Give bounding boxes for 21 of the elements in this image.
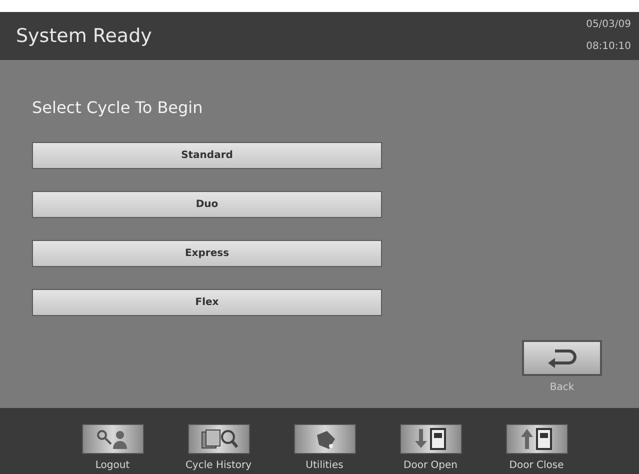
pages-magnifier-icon <box>198 427 238 451</box>
back-label: Back <box>550 381 574 395</box>
date-text: 05/03/09 <box>586 18 631 32</box>
history-button[interactable] <box>188 424 250 454</box>
door-open-button[interactable] <box>400 424 462 454</box>
toolbar-label: Door Close <box>509 459 564 473</box>
logout-button[interactable] <box>82 424 144 454</box>
screen-title: System Ready <box>16 24 152 49</box>
toolbar-label: Utilities <box>306 459 344 473</box>
cycle-button[interactable]: Standard <box>32 142 382 169</box>
toolbar-label: Cycle History <box>185 459 252 473</box>
toolbar-label: Logout <box>95 459 130 473</box>
toolbar-label: Door Open <box>404 459 458 473</box>
back-button[interactable] <box>522 340 602 376</box>
utilities-button[interactable] <box>294 424 356 454</box>
door-close-button[interactable] <box>506 424 568 454</box>
cycle-button[interactable]: Express <box>32 240 382 267</box>
prompt-text: Select Cycle To Begin <box>32 97 204 119</box>
time-text: 08:10:10 <box>586 40 631 54</box>
cycle-button[interactable]: Flex <box>32 289 382 316</box>
cycle-button[interactable]: Duo <box>32 191 382 218</box>
